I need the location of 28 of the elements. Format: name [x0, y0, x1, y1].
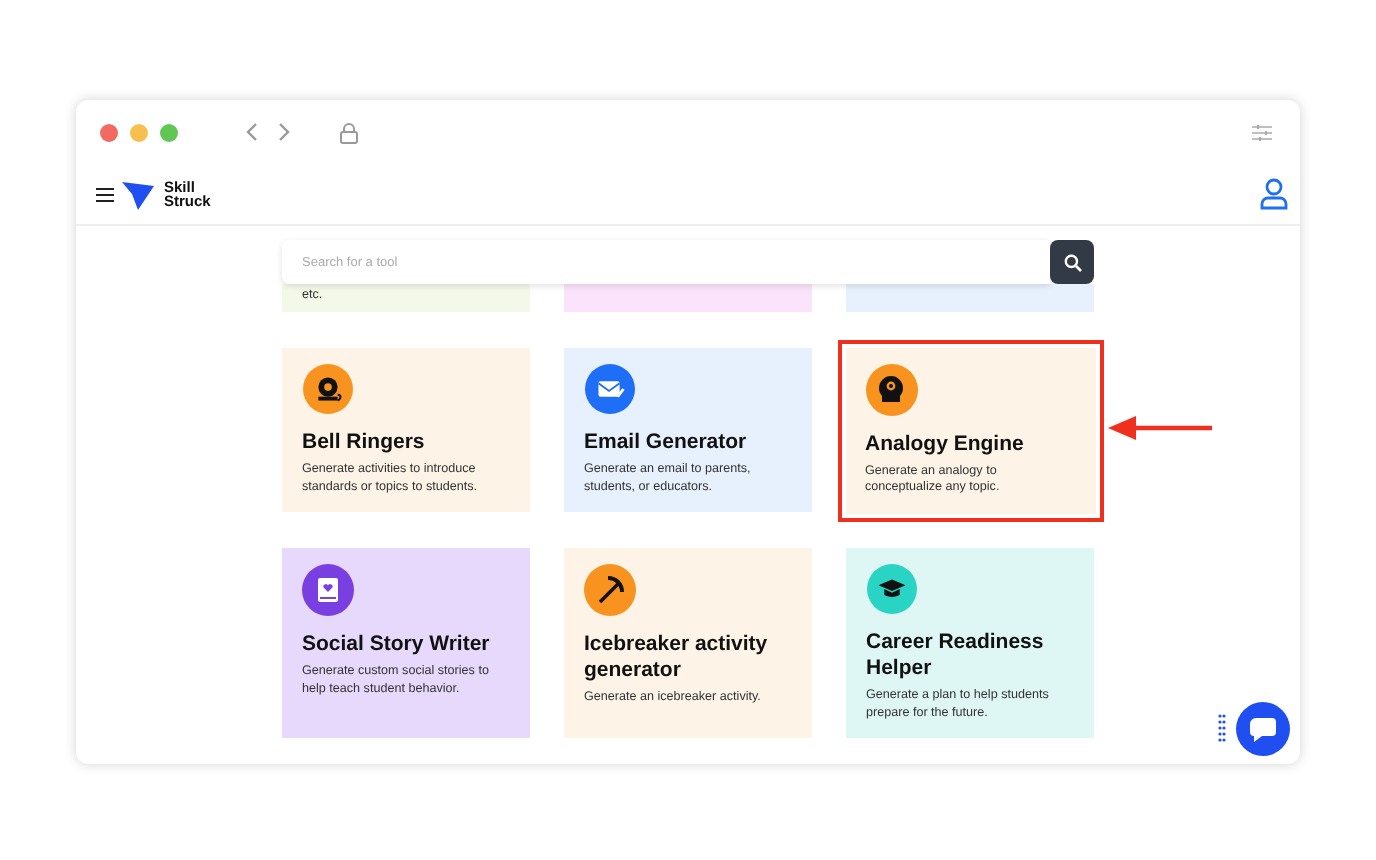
envelope-icon — [584, 364, 636, 414]
card-title: Analogy Engine — [865, 431, 1026, 457]
card-title: Email Generator — [584, 430, 749, 456]
minimize-dot[interactable] — [130, 123, 148, 141]
card-title: Bell Ringers — [302, 430, 427, 456]
book-icon — [302, 564, 354, 616]
lock-icon — [340, 121, 358, 143]
card-title: Icebreaker activity generator — [584, 632, 770, 684]
search-icon — [1063, 253, 1081, 271]
user-icon[interactable] — [1260, 178, 1288, 210]
logo-icon — [122, 178, 154, 210]
close-dot[interactable] — [100, 123, 118, 141]
arrow-annotation — [1108, 416, 1214, 440]
card-title: Career Readiness Helper — [866, 630, 1046, 682]
chat-button[interactable] — [1236, 702, 1290, 756]
grip-icon[interactable] — [1218, 714, 1226, 742]
graduation-cap-icon — [866, 564, 918, 614]
sliders-icon[interactable] — [1252, 123, 1272, 141]
back-icon[interactable] — [244, 122, 260, 142]
chat-bubble-icon — [1250, 717, 1276, 741]
menu-icon[interactable] — [96, 187, 114, 201]
search-button[interactable] — [1050, 240, 1094, 284]
bell-icon — [302, 364, 354, 414]
card-title: Social Story Writer — [302, 632, 492, 658]
head-gear-icon — [865, 363, 917, 415]
maximize-dot[interactable] — [160, 123, 178, 141]
pickaxe-icon — [584, 564, 636, 616]
forward-icon[interactable] — [276, 122, 292, 142]
